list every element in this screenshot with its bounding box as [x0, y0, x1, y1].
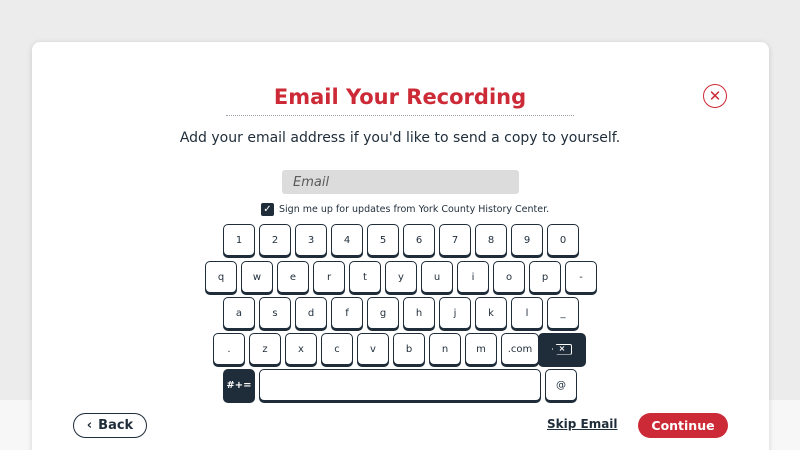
- key-p[interactable]: p: [529, 261, 561, 293]
- key-e[interactable]: e: [277, 261, 309, 293]
- continue-button-label: Continue: [651, 418, 715, 433]
- at-key[interactable]: @: [545, 369, 577, 401]
- key-5[interactable]: 5: [367, 224, 399, 256]
- key-d[interactable]: d: [295, 297, 327, 329]
- key-4[interactable]: 4: [331, 224, 363, 256]
- dialog-subtitle: Add your email address if you'd like to …: [179, 130, 621, 146]
- key-k[interactable]: k: [475, 297, 507, 329]
- key-y[interactable]: y: [385, 261, 417, 293]
- key-o[interactable]: o: [493, 261, 525, 293]
- close-button[interactable]: ✕: [703, 84, 727, 108]
- key-underscore[interactable]: _: [547, 297, 579, 329]
- key-f[interactable]: f: [331, 297, 363, 329]
- backspace-key[interactable]: ×: [538, 333, 586, 365]
- back-button[interactable]: ‹ Back: [73, 413, 147, 438]
- close-icon: ✕: [708, 86, 722, 105]
- backspace-icon: ×: [552, 343, 572, 355]
- key-3[interactable]: 3: [295, 224, 327, 256]
- key-a[interactable]: a: [223, 297, 255, 329]
- updates-checkbox-label: Sign me up for updates from York County …: [279, 204, 550, 215]
- key-z[interactable]: z: [249, 333, 281, 365]
- key-l[interactable]: l: [511, 297, 543, 329]
- key-s[interactable]: s: [259, 297, 291, 329]
- key-m[interactable]: m: [465, 333, 497, 365]
- key-8[interactable]: 8: [475, 224, 507, 256]
- symbols-key[interactable]: #+=: [223, 369, 255, 401]
- key-n[interactable]: n: [429, 333, 461, 365]
- key-j[interactable]: j: [439, 297, 471, 329]
- back-button-label: Back: [98, 418, 134, 433]
- email-field[interactable]: [282, 170, 519, 194]
- key-2[interactable]: 2: [259, 224, 291, 256]
- key-t[interactable]: t: [349, 261, 381, 293]
- key-dotcom[interactable]: .com: [501, 333, 539, 365]
- skip-email-link[interactable]: Skip Email: [547, 417, 618, 435]
- key-w[interactable]: w: [241, 261, 273, 293]
- key-period[interactable]: .: [213, 333, 245, 365]
- title-divider: [226, 115, 574, 116]
- key-v[interactable]: v: [357, 333, 389, 365]
- dialog-title: Email Your Recording: [273, 85, 527, 109]
- key-9[interactable]: 9: [511, 224, 543, 256]
- key-0[interactable]: 0: [547, 224, 579, 256]
- key-1[interactable]: 1: [223, 224, 255, 256]
- space-key[interactable]: [259, 369, 541, 401]
- key-b[interactable]: b: [393, 333, 425, 365]
- key-h[interactable]: h: [403, 297, 435, 329]
- key-q[interactable]: q: [205, 261, 237, 293]
- key-r[interactable]: r: [313, 261, 345, 293]
- continue-button[interactable]: Continue: [638, 413, 728, 438]
- key-g[interactable]: g: [367, 297, 399, 329]
- checkmark-icon: ✓: [263, 204, 272, 215]
- updates-checkbox[interactable]: ✓: [261, 203, 274, 216]
- key-x[interactable]: x: [285, 333, 317, 365]
- key-7[interactable]: 7: [439, 224, 471, 256]
- key-i[interactable]: i: [457, 261, 489, 293]
- key-6[interactable]: 6: [403, 224, 435, 256]
- key-u[interactable]: u: [421, 261, 453, 293]
- chevron-left-icon: ‹: [86, 418, 93, 433]
- key-dash[interactable]: -: [565, 261, 597, 293]
- key-c[interactable]: c: [321, 333, 353, 365]
